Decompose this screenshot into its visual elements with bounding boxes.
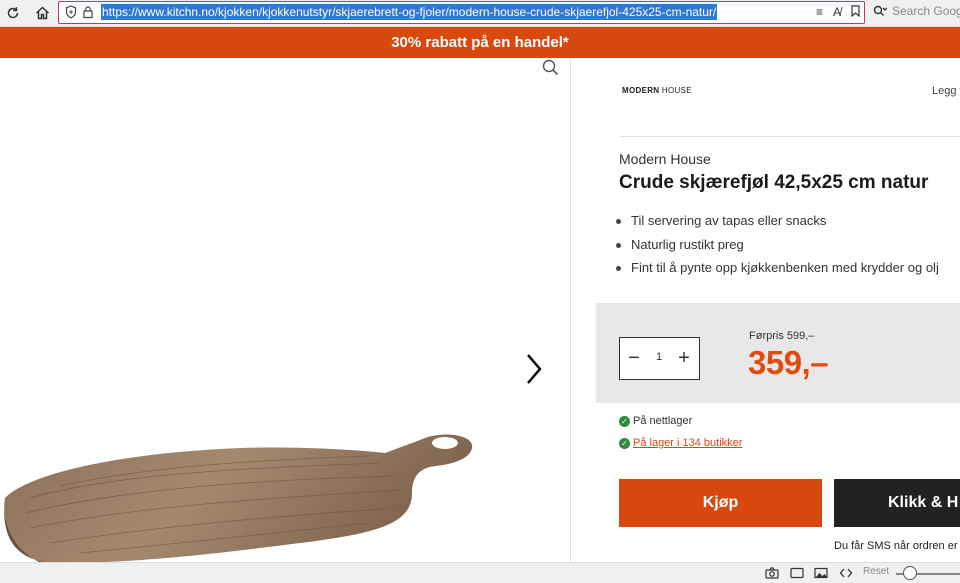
minus-icon[interactable]: −	[625, 347, 643, 369]
reader-view-icon[interactable]: ≡	[816, 5, 823, 19]
status-bar: Reset	[0, 562, 960, 583]
check-icon: ✓	[619, 415, 630, 427]
click-and-collect-button[interactable]: Klikk & H	[834, 479, 960, 527]
old-price: Førpris 599,–	[749, 330, 815, 342]
current-price: 359,–	[748, 344, 829, 381]
check-icon: ✓	[619, 437, 630, 449]
zoom-icon[interactable]	[541, 58, 559, 76]
code-icon[interactable]	[839, 567, 853, 579]
sms-notice: Du får SMS når ordren er	[834, 540, 958, 552]
promo-banner[interactable]: 30% rabatt på en handel*	[0, 27, 960, 58]
shield-icon[interactable]	[65, 5, 77, 19]
quantity-stepper: − 1 +	[619, 337, 700, 380]
reload-icon[interactable]	[3, 3, 23, 23]
zoom-slider-handle[interactable]	[903, 566, 918, 580]
image-icon[interactable]	[814, 567, 828, 579]
url-text[interactable]: https://www.kitchn.no/kjokken/kjokkenuts…	[101, 4, 718, 20]
product-title: Crude skjærefjøl 42,5x25 cm natur	[619, 172, 929, 193]
product-panel: MODERN HOUSE Legg t Modern House Crude s…	[596, 58, 960, 562]
plus-icon[interactable]: +	[675, 347, 693, 369]
divider	[620, 136, 960, 137]
cutting-board-image	[4, 434, 473, 562]
next-image-arrow[interactable]	[522, 352, 546, 386]
browser-toolbar: https://www.kitchn.no/kjokken/kjokkenuts…	[0, 0, 960, 27]
brand-logo[interactable]: MODERN HOUSE	[622, 86, 692, 95]
feature-list: Til servering av tapas eller snacks Natu…	[615, 212, 939, 283]
product-brand[interactable]: Modern House	[619, 151, 711, 167]
stock-online: ✓ På nettlager	[619, 415, 692, 427]
lock-icon[interactable]	[82, 5, 94, 19]
product-gallery	[0, 58, 571, 562]
reset-zoom-label[interactable]: Reset	[863, 566, 889, 577]
search-box[interactable]: Search Google	[868, 1, 960, 22]
list-item: Fint til å pynte opp kjøkkenbenken med k…	[615, 259, 939, 283]
address-bar[interactable]: https://www.kitchn.no/kjokken/kjokkenuts…	[58, 1, 865, 24]
translate-icon[interactable]: A̸	[833, 5, 841, 19]
window-icon[interactable]	[790, 567, 804, 579]
list-item: Til servering av tapas eller snacks	[615, 212, 939, 236]
search-placeholder: Search Google	[892, 4, 960, 18]
search-icon	[873, 5, 887, 16]
quantity-value[interactable]: 1	[653, 351, 665, 363]
price-box: − 1 + Førpris 599,– 359,–	[596, 303, 960, 403]
camera-icon[interactable]	[765, 567, 779, 579]
add-to-wishlist-link[interactable]: Legg t	[932, 85, 960, 97]
bookmark-icon[interactable]	[851, 4, 860, 20]
list-item: Naturlig rustikt preg	[615, 236, 939, 260]
home-icon[interactable]	[32, 3, 52, 23]
stock-stores[interactable]: ✓ På lager i 134 butikker	[619, 437, 742, 449]
buy-button[interactable]: Kjøp	[619, 479, 822, 527]
